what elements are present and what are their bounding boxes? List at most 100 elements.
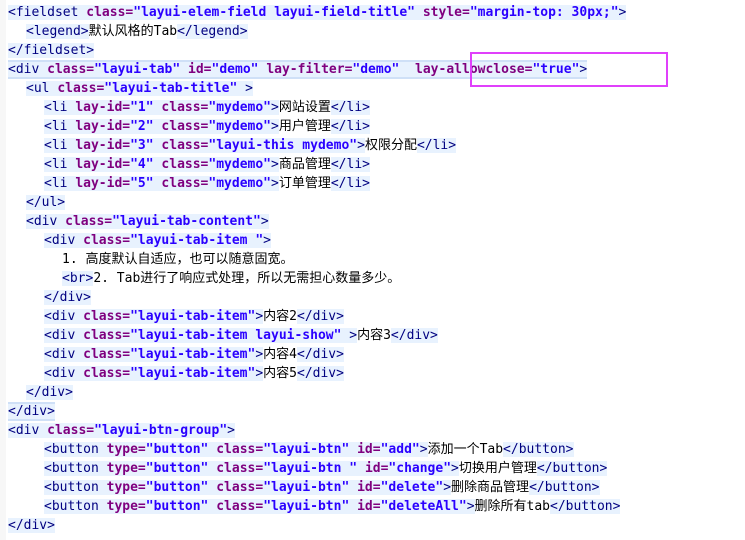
code-line[interactable]: <legend>默认风格的Tab</legend> xyxy=(26,22,248,41)
code-token: </div> xyxy=(8,404,55,419)
code-token: </div> xyxy=(26,385,73,400)
code-line[interactable]: <div class="layui-tab-content"> xyxy=(26,212,269,231)
code-token: 内容4 xyxy=(263,347,297,362)
code-line[interactable]: <button type="button" class="layui-btn" … xyxy=(44,440,574,459)
code-token: class= xyxy=(47,62,95,77)
code-line[interactable]: <button type="button" class="layui-btn" … xyxy=(44,478,600,497)
code-token: class= xyxy=(83,328,131,343)
code-token: 添加一个Tab xyxy=(427,442,504,457)
code-line[interactable]: <div class="layui-tab-item">内容2</div> xyxy=(44,307,344,326)
code-token: class= xyxy=(86,5,134,20)
code-token: <ul xyxy=(26,81,58,96)
code-line[interactable]: 1. 高度默认自适应，也可以随意固宽。 xyxy=(62,250,293,269)
code-line[interactable]: <li lay-id="1" class="mydemo">网站设置</li> xyxy=(44,98,370,117)
code-token: </div> xyxy=(297,366,344,381)
code-token: "layui-btn" xyxy=(263,499,358,514)
code-token: class= xyxy=(65,214,113,229)
code-token: class= xyxy=(161,138,209,153)
code-token: "button" xyxy=(145,480,217,495)
code-token: <button xyxy=(44,442,107,457)
code-token: "deleteAll" xyxy=(380,499,467,514)
code-line[interactable]: </ul> xyxy=(26,193,66,212)
code-token: > xyxy=(271,100,279,115)
code-token: 删除商品管理 xyxy=(451,480,530,495)
code-token: </li> xyxy=(330,157,370,172)
code-token: </button> xyxy=(529,480,600,495)
code-token: type= xyxy=(106,480,146,495)
code-line[interactable]: <fieldset class="layui-elem-field layui-… xyxy=(8,3,627,22)
code-token: 切换用户管理 xyxy=(458,461,537,476)
code-token: lay-id= xyxy=(75,157,131,172)
code-token: > xyxy=(260,214,269,229)
code-token: 内容5 xyxy=(263,366,297,381)
code-line[interactable]: <button type="button" class="layui-btn "… xyxy=(44,459,608,478)
code-token: <div xyxy=(8,62,48,77)
code-token: <li xyxy=(44,100,76,115)
code-token: <div xyxy=(26,214,66,229)
code-token: "5" xyxy=(130,176,162,191)
code-token: <fieldset xyxy=(8,5,87,20)
code-token: lay-id= xyxy=(75,176,131,191)
code-token: </button> xyxy=(550,499,621,514)
code-token: "delete" xyxy=(380,480,444,495)
code-token: 用户管理 xyxy=(278,119,331,134)
code-token: class= xyxy=(47,423,95,438)
code-line[interactable]: </div> xyxy=(8,402,55,421)
code-line[interactable]: <li lay-id="3" class="layui-this mydemo"… xyxy=(44,136,457,155)
code-token: > xyxy=(255,309,264,324)
code-token: lay-filter= xyxy=(266,62,353,77)
code-token: </button> xyxy=(503,442,574,457)
code-token: <li xyxy=(44,138,76,153)
code-token: "layui-btn " xyxy=(263,461,365,476)
code-line[interactable]: <li lay-id="5" class="mydemo">订单管理</li> xyxy=(44,174,370,193)
code-token: type= xyxy=(106,461,146,476)
code-token: "layui-tab-item " xyxy=(130,233,264,248)
code-line[interactable]: <li lay-id="4" class="mydemo">商品管理</li> xyxy=(44,155,370,174)
code-token: "demo" xyxy=(352,62,416,77)
code-line[interactable]: <div class="layui-btn-group"> xyxy=(8,421,235,440)
code-token: "button" xyxy=(145,442,217,457)
code-token: "layui-tab-item layui-show" xyxy=(130,328,350,343)
code-line[interactable]: <div class="layui-tab-item">内容5</div> xyxy=(44,364,344,383)
code-token: "demo" xyxy=(211,62,267,77)
code-token: "mydemo" xyxy=(208,119,272,134)
code-token: </button> xyxy=(536,461,608,476)
code-line[interactable]: </div> xyxy=(44,288,91,307)
code-line[interactable]: <div class="layui-tab-item layui-show" >… xyxy=(44,326,438,345)
code-editor[interactable]: <fieldset class="layui-elem-field layui-… xyxy=(0,0,745,540)
code-token: type= xyxy=(106,499,146,514)
code-token: "2" xyxy=(130,119,162,134)
code-line[interactable]: <button type="button" class="layui-btn" … xyxy=(44,497,621,516)
code-token: id= xyxy=(357,480,381,495)
code-line[interactable]: <div class="layui-tab-item">内容4</div> xyxy=(44,345,344,364)
code-token: > xyxy=(255,366,264,381)
code-line[interactable]: </div> xyxy=(26,383,73,402)
code-line[interactable]: <br>2. Tab进行了响应式处理，所以无需担心数量多少。 xyxy=(62,269,400,288)
code-token: lay-id= xyxy=(75,100,131,115)
code-token: <li xyxy=(44,119,76,134)
code-token: "layui-tab-item" xyxy=(130,309,256,324)
code-token: </fieldset> xyxy=(8,43,95,58)
annotation-highlight-box xyxy=(470,52,668,87)
code-line[interactable]: </div> xyxy=(8,516,55,535)
code-token: class= xyxy=(83,347,131,362)
code-token: "button" xyxy=(145,499,217,514)
code-token: class= xyxy=(161,157,209,172)
code-token: 内容2 xyxy=(263,309,297,324)
code-line[interactable]: </fieldset> xyxy=(8,41,95,60)
code-line[interactable]: <ul class="layui-tab-title" > xyxy=(26,79,253,98)
code-token: lay-id= xyxy=(75,119,131,134)
code-token: class= xyxy=(161,119,209,134)
code-token: </li> xyxy=(416,138,457,153)
code-token: id= xyxy=(188,62,212,77)
code-token: <li xyxy=(44,176,76,191)
code-line[interactable]: <div class="layui-tab-item "> xyxy=(44,231,271,250)
editor-gutter xyxy=(0,0,6,540)
code-token: </div> xyxy=(297,309,344,324)
code-line[interactable]: <li lay-id="2" class="mydemo">用户管理</li> xyxy=(44,117,370,136)
code-token: 商品管理 xyxy=(278,157,331,172)
code-token: > xyxy=(618,5,627,20)
code-token: </div> xyxy=(44,290,91,305)
code-token: > xyxy=(349,328,358,343)
code-token: class= xyxy=(83,233,131,248)
